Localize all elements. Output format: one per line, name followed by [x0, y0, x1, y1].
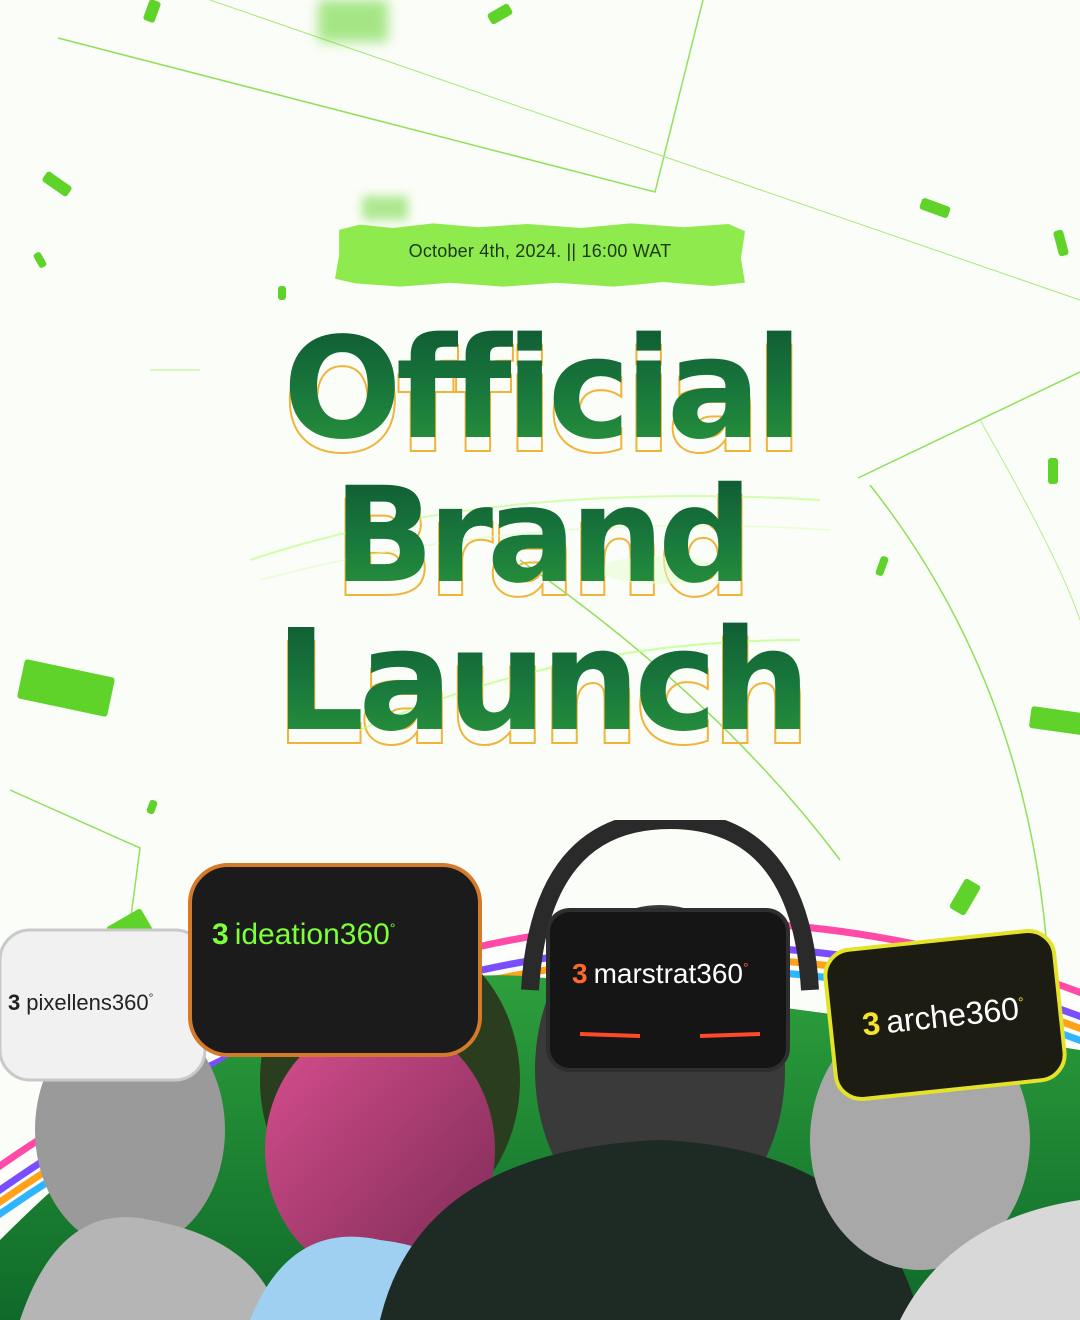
brand-marstrat-label: marstrat360 — [593, 958, 743, 989]
brand-mark-icon: 3 — [8, 990, 21, 1015]
confetti — [278, 286, 286, 300]
poster: October 4th, 2024. || 16:00 WAT Official… — [0, 0, 1080, 1320]
confetti — [318, 0, 388, 42]
headline-line-3: Launch Launch — [0, 612, 1080, 767]
headline-line-1: Official Official — [0, 320, 1080, 475]
brand-ideation: 3 ideation360° — [212, 918, 395, 952]
brand-mark-icon: 3 — [212, 918, 229, 951]
headline-line-3-text: Launch — [275, 600, 811, 763]
brand-ideation-degree: ° — [389, 920, 396, 936]
brand-pixellens: 3 pixellens360° — [8, 990, 153, 1016]
headline-line-1-text: Official — [282, 308, 803, 471]
brand-mark-icon: 3 — [860, 1004, 882, 1043]
brand-marstrat-degree: ° — [742, 959, 749, 976]
brand-marstrat: 3 marstrat360° — [572, 958, 749, 990]
brand-pixellens-label: pixellens360 — [26, 990, 149, 1015]
confetti — [362, 196, 408, 220]
event-date-time: October 4th, 2024. || 16:00 WAT — [408, 241, 672, 261]
vr-people-scene — [0, 820, 1080, 1320]
brand-mark-icon: 3 — [572, 958, 588, 989]
headline-line-2-text: Brand — [333, 459, 752, 613]
brand-pixellens-degree: ° — [148, 990, 154, 1005]
headline-line-2: Brand Brand — [0, 470, 1080, 617]
brand-ideation-label: ideation360 — [234, 918, 390, 951]
